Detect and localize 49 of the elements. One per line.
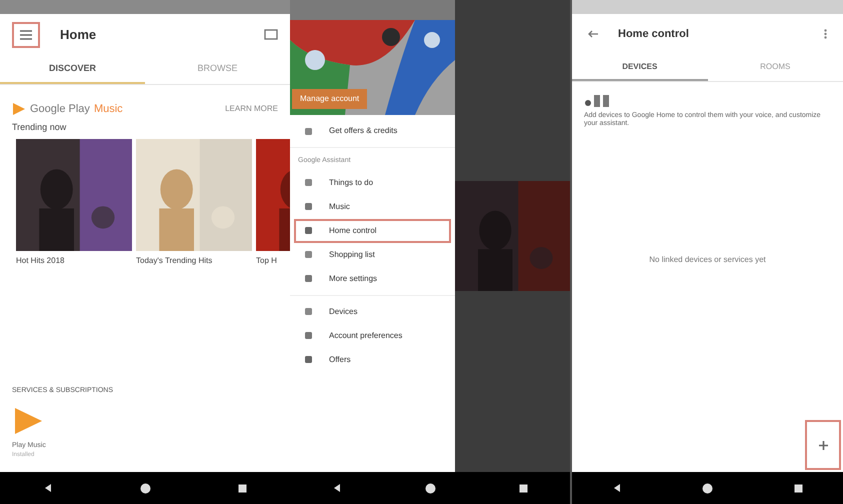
back-arrow-icon[interactable]	[588, 30, 598, 38]
drawer-item[interactable]: Get offers & credits	[294, 119, 451, 143]
add-icon	[818, 440, 828, 450]
menu-item-icon	[304, 355, 313, 364]
screen-title: Home control	[618, 27, 690, 42]
empty-state-message: No linked devices or services yet	[649, 254, 766, 266]
drawer-item[interactable]: Devices	[294, 300, 451, 324]
home-icon[interactable]	[140, 482, 151, 494]
devices-icon	[584, 94, 610, 108]
cast-icon[interactable]	[264, 29, 278, 41]
menu-item-icon	[304, 274, 313, 283]
menu-button[interactable]	[12, 22, 40, 48]
tab[interactable]: DISCOVER	[0, 56, 145, 84]
back-icon[interactable]	[612, 483, 622, 493]
section-title: Trending now	[11, 121, 68, 134]
avatar-icon[interactable]	[382, 28, 400, 46]
more-options-icon[interactable]	[824, 29, 827, 40]
home-icon[interactable]	[424, 482, 436, 494]
card-title[interactable]: Top H	[256, 250, 290, 266]
product-name: Music	[94, 102, 124, 116]
menu-item-icon	[304, 178, 313, 187]
drawer-item[interactable]: Shopping list	[294, 242, 451, 266]
drawer-item[interactable]: Account preferences	[294, 324, 451, 348]
drawer-item[interactable]: More settings	[294, 266, 451, 290]
brand-name: Google Play	[30, 102, 90, 116]
screen-title: Home	[60, 26, 98, 44]
tab[interactable]: DEVICES	[572, 54, 708, 80]
card-title[interactable]: Today's Trending Hits	[136, 250, 252, 266]
recents-icon[interactable]	[238, 484, 247, 492]
back-icon[interactable]	[43, 483, 54, 493]
menu-item-icon	[304, 226, 313, 235]
menu-item-icon	[304, 202, 313, 211]
learn-more-link[interactable]: LEARN MORE	[225, 102, 278, 115]
play-logo-icon	[12, 102, 26, 116]
home-icon[interactable]	[702, 482, 714, 494]
menu-icon	[20, 30, 32, 40]
drawer-item[interactable]: Offers	[294, 348, 451, 372]
back-icon[interactable]	[332, 483, 342, 493]
card-title[interactable]: Hot Hits 2018	[16, 250, 132, 266]
add-button[interactable]	[805, 420, 841, 470]
drawer-item[interactable]: Music	[294, 194, 451, 218]
drawer-item[interactable]: Home control	[294, 218, 451, 242]
recents-icon[interactable]	[519, 484, 528, 492]
menu-item-icon	[304, 331, 313, 340]
menu-item-icon	[304, 250, 313, 259]
drawer-item[interactable]: Things to do	[294, 170, 451, 194]
menu-item-icon	[304, 307, 313, 316]
menu-item-icon	[304, 126, 313, 136]
recents-icon[interactable]	[794, 484, 803, 492]
